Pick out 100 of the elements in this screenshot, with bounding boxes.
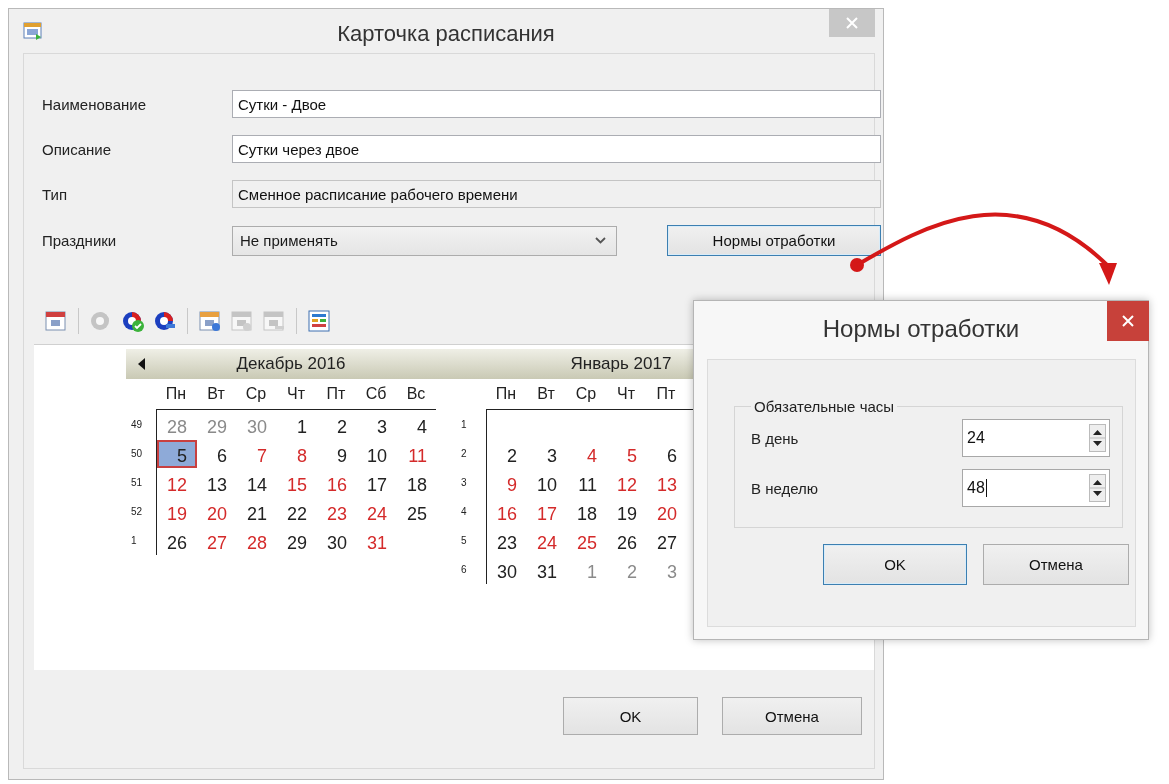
calendar-day[interactable]: 9 (317, 439, 357, 468)
weekday-label: Пт (325, 385, 347, 403)
calendar-day[interactable]: 2 (487, 439, 527, 468)
calendar-day[interactable]: 30 (487, 555, 527, 584)
calendar-day[interactable]: 25 (567, 526, 607, 555)
calendar-day[interactable]: 27 (647, 526, 687, 555)
calendar-day[interactable]: 4 (567, 439, 607, 468)
calendar-day[interactable]: 6 (197, 439, 237, 468)
calendar-day[interactable]: 5 (607, 439, 647, 468)
calendar-day[interactable]: 3 (357, 410, 397, 439)
calendar-day[interactable]: 12 (157, 468, 197, 497)
calendar-day[interactable]: 2 (607, 555, 647, 584)
input-field[interactable]: Сменное расписание рабочего времени (232, 180, 881, 208)
week-number: 1 (461, 419, 467, 430)
table-icon[interactable] (307, 309, 331, 333)
calendar-day[interactable]: 21 (237, 497, 277, 526)
week-number: 1 (131, 535, 137, 546)
calendar-day[interactable]: 9 (487, 468, 527, 497)
calendar-day[interactable]: 18 (567, 497, 607, 526)
calendar-day[interactable]: 23 (487, 526, 527, 555)
week-number: 2 (461, 448, 467, 459)
calendar-day[interactable]: 1 (277, 410, 317, 439)
close-button[interactable] (1107, 301, 1149, 341)
calendar-day[interactable]: 25 (397, 497, 437, 526)
calendar-day[interactable]: 3 (647, 555, 687, 584)
spinner-arrows-icon[interactable] (1089, 474, 1106, 502)
calendar-day[interactable]: 22 (277, 497, 317, 526)
calendar-day[interactable]: 10 (357, 439, 397, 468)
calendar-day[interactable]: 29 (197, 410, 237, 439)
refresh-check-icon[interactable] (121, 309, 145, 333)
week-number: 52 (131, 506, 143, 517)
calendar-day[interactable]: 10 (527, 468, 567, 497)
month-title: Январь 2017 (570, 354, 672, 374)
window-title: Карточка расписания (336, 21, 556, 47)
calendar-day[interactable]: 18 (397, 468, 437, 497)
calendar-day[interactable]: 11 (567, 468, 607, 497)
calendar-day[interactable]: 20 (647, 497, 687, 526)
calendar-day[interactable]: 24 (527, 526, 567, 555)
calendar-day[interactable]: 17 (357, 468, 397, 497)
calendar-day[interactable]: 16 (487, 497, 527, 526)
field-label: Праздники (42, 232, 118, 249)
calendar-day[interactable]: 13 (197, 468, 237, 497)
calendar-day[interactable]: 14 (237, 468, 277, 497)
calendar-day[interactable]: 30 (317, 526, 357, 555)
calendar-icon[interactable] (44, 309, 68, 333)
calendar-day[interactable]: 20 (197, 497, 237, 526)
weekday-label: Ср (574, 385, 598, 403)
calendar-day[interactable]: 26 (607, 526, 647, 555)
ok-button[interactable]: OK (823, 544, 967, 585)
spinner-arrows-icon[interactable] (1089, 424, 1106, 452)
input-field[interactable]: Сутки - Двое (232, 90, 881, 118)
calendar-page-icon[interactable] (198, 309, 222, 333)
spin-field[interactable]: 24 (962, 419, 1110, 457)
field-label: Описание (42, 140, 113, 158)
spin-field[interactable]: 48 (962, 469, 1110, 507)
calendar-day[interactable]: 16 (317, 468, 357, 497)
weekday-label: Чт (286, 385, 306, 403)
window-title: Нормы отработки (821, 315, 1021, 343)
close-icon (1122, 315, 1134, 327)
dropdown-field[interactable]: Не применять (232, 225, 617, 256)
prev-month-icon[interactable] (138, 358, 145, 370)
cancel-button[interactable]: Отмена (722, 697, 862, 735)
week-number: 50 (131, 448, 143, 459)
calendar-day[interactable]: 6 (647, 439, 687, 468)
calendar-day[interactable]: 31 (357, 526, 397, 555)
cancel-button[interactable]: Отмена (983, 544, 1129, 585)
calendar-day[interactable]: 11 (397, 439, 437, 468)
calendar-day[interactable]: 13 (647, 468, 687, 497)
calendar-day[interactable]: 2 (317, 410, 357, 439)
calendar-day[interactable]: 23 (317, 497, 357, 526)
calendar-day[interactable]: 19 (607, 497, 647, 526)
input-field[interactable]: Сутки через двое (232, 135, 881, 163)
calendar-day[interactable]: 19 (157, 497, 197, 526)
calendar-day[interactable]: 29 (277, 526, 317, 555)
weekday-label: Пн (494, 385, 518, 403)
calendar-day[interactable]: 4 (397, 410, 437, 439)
norms-button[interactable]: Нормы отработки (667, 225, 881, 256)
weekday-label: Вс (405, 385, 427, 403)
week-number: 6 (461, 564, 467, 575)
calendar-day[interactable]: 12 (607, 468, 647, 497)
calendar-day[interactable]: 26 (157, 526, 197, 555)
weekday-label: Пт (655, 385, 677, 403)
calendar-day[interactable]: 28 (237, 526, 277, 555)
calendar-day[interactable]: 30 (237, 410, 277, 439)
calendar-day[interactable]: 3 (527, 439, 567, 468)
field-label: Тип (42, 185, 68, 203)
calendar-day[interactable]: 8 (277, 439, 317, 468)
calendar-day[interactable]: 5 (157, 439, 197, 468)
week-number: 4 (461, 506, 467, 517)
calendar-day[interactable]: 28 (157, 410, 197, 439)
calendar-day[interactable]: 27 (197, 526, 237, 555)
calendar-day[interactable]: 7 (237, 439, 277, 468)
ok-button[interactable]: OK (563, 697, 698, 735)
calendar-day[interactable]: 15 (277, 468, 317, 497)
calendar-day[interactable]: 24 (357, 497, 397, 526)
refresh-minus-icon[interactable] (153, 309, 177, 333)
month-title: Декабрь 2016 (236, 354, 346, 374)
calendar-day[interactable]: 17 (527, 497, 567, 526)
week-number: 3 (461, 477, 467, 488)
calendar-day[interactable]: 31 (527, 555, 567, 584)
